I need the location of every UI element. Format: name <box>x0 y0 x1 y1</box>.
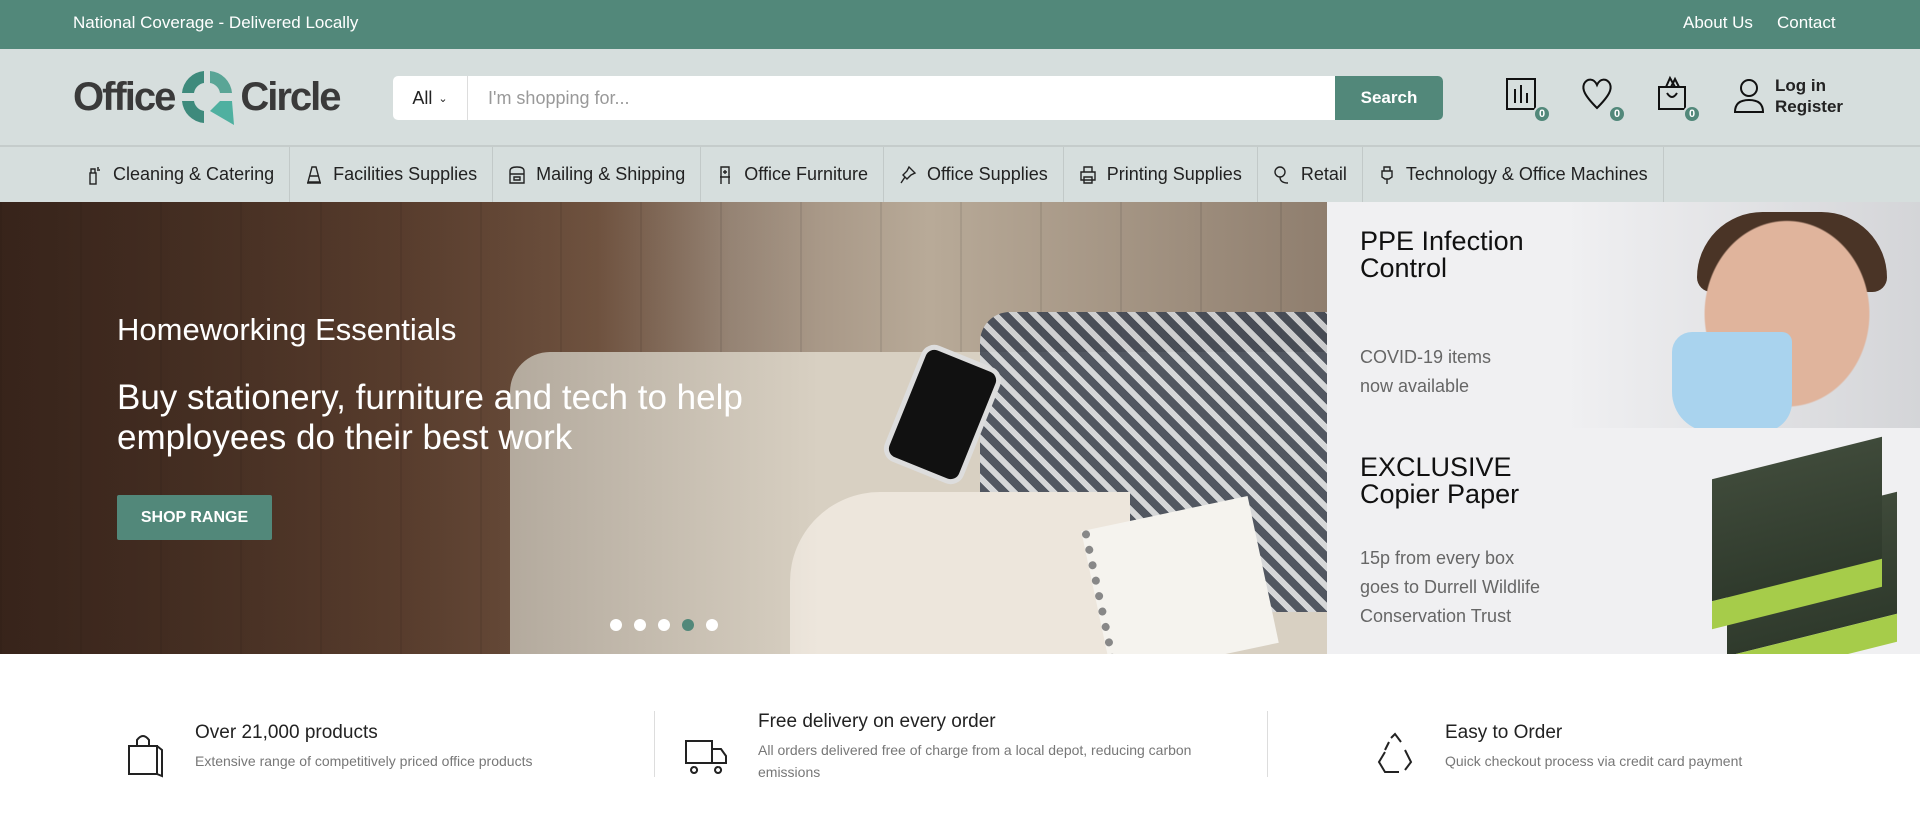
shopping-bag-icon <box>128 735 163 778</box>
slider-dot-5[interactable] <box>706 619 718 631</box>
features-strip: Over 21,000 products Extensive range of c… <box>0 654 1920 819</box>
nav-label: Facilities Supplies <box>333 164 478 184</box>
about-us-link[interactable]: About Us <box>1683 13 1753 33</box>
delivery-truck-icon <box>685 740 727 774</box>
hero-image-person <box>790 492 1130 654</box>
chevron-down-icon: ⌄ <box>438 92 448 105</box>
promo-text: 15p from every box <box>1360 548 1515 568</box>
promo-copier-paper[interactable]: EXCLUSIVE Copier Paper 15p from every box… <box>1327 428 1920 654</box>
promo-text: goes to Durrell Wildlife <box>1360 577 1541 597</box>
search-input[interactable] <box>468 76 1335 120</box>
user-icon <box>1733 79 1765 113</box>
feature-delivery: Free delivery on every order All orders d… <box>684 711 1198 783</box>
pushpin-icon <box>900 165 917 183</box>
account-link[interactable]: Log in Register <box>1733 75 1843 117</box>
register-link[interactable]: Register <box>1775 96 1843 117</box>
nav-item-printing-supplies[interactable]: Printing Supplies <box>1064 147 1258 202</box>
mailbox-icon <box>509 165 525 184</box>
promo-text: Conservation Trust <box>1360 606 1512 626</box>
printer-icon <box>1080 165 1096 184</box>
header: Office Circle All ⌄ Search 0 0 0 Log inRe… <box>0 49 1920 147</box>
compare-chart-icon <box>1506 78 1536 110</box>
nav-item-retail[interactable]: Retail <box>1258 147 1363 202</box>
divider <box>1267 711 1268 777</box>
feature-title: Free delivery on every order <box>758 711 996 732</box>
feature-easy-order: Easy to Order Quick checkout process via … <box>1375 722 1742 778</box>
logo[interactable]: Office Circle <box>73 69 342 125</box>
slider-dot-3[interactable] <box>658 619 670 631</box>
compare-count: 0 <box>1533 105 1551 123</box>
category-select[interactable]: All ⌄ <box>393 76 468 120</box>
wishlist-count: 0 <box>1608 105 1626 123</box>
nav-label: Technology & Office Machines <box>1405 164 1648 184</box>
feature-title: Over 21,000 products <box>195 722 378 743</box>
slider-dot-4[interactable] <box>682 619 694 631</box>
feature-desc: Extensive range of competitively priced … <box>195 753 533 769</box>
category-nav: Cleaning & Catering Facilities Supplies … <box>0 147 1920 202</box>
usb-plug-icon <box>1381 165 1393 184</box>
search-button[interactable]: Search <box>1335 76 1443 120</box>
wishlist-button[interactable]: 0 <box>1580 75 1626 123</box>
hero-eyebrow: Homeworking Essentials <box>117 312 457 347</box>
slider-dot-1[interactable] <box>610 619 622 631</box>
slider-dot-2[interactable] <box>634 619 646 631</box>
chair-icon <box>720 165 731 184</box>
traffic-cone-icon <box>307 165 322 184</box>
nav-label: Mailing & Shipping <box>536 164 686 184</box>
logo-circle-icon <box>182 71 235 125</box>
feature-title: Easy to Order <box>1445 722 1563 743</box>
category-value: All <box>412 87 433 108</box>
nav-label: Office Furniture <box>744 164 868 184</box>
spray-bottle-icon <box>89 166 100 185</box>
nav-item-office-supplies[interactable]: Office Supplies <box>884 147 1064 202</box>
shop-range-button[interactable]: SHOP RANGE <box>117 495 272 540</box>
promo-ppe[interactable]: PPE Infection Control COVID-19 items now a… <box>1327 202 1920 428</box>
nav-item-cleaning-catering[interactable]: Cleaning & Catering <box>73 147 291 202</box>
recycle-icon <box>1377 732 1413 773</box>
logo-text-circle: Circle <box>240 74 341 119</box>
divider <box>654 711 655 777</box>
nav-label: Office Supplies <box>926 164 1048 184</box>
nav-label: Retail <box>1300 164 1347 184</box>
hero-slider: Homeworking Essentials Buy stationery, f… <box>0 202 1327 654</box>
nav-item-facilities-supplies[interactable]: Facilities Supplies <box>290 147 494 202</box>
feature-products: Over 21,000 products Extensive range of c… <box>125 722 532 778</box>
nav-item-mailing-shipping[interactable]: Mailing & Shipping <box>493 147 702 202</box>
nav-item-office-furniture[interactable]: Office Furniture <box>701 147 884 202</box>
nav-item-technology-office-machines[interactable]: Technology & Office Machines <box>1363 147 1664 202</box>
contact-link[interactable]: Contact <box>1777 13 1836 33</box>
login-link[interactable]: Log in <box>1775 75 1843 96</box>
tagline: National Coverage - Delivered Locally <box>73 13 359 32</box>
heart-icon <box>1582 78 1612 110</box>
feature-desc: All orders delivered free of charge from… <box>758 742 1192 780</box>
nav-label: Printing Supplies <box>1106 164 1242 184</box>
shopping-bag-icon <box>1658 75 1686 110</box>
price-tag-icon <box>1274 165 1288 184</box>
cart-button[interactable]: 0 <box>1655 75 1701 123</box>
promo-title: EXCLUSIVE <box>1360 452 1512 482</box>
cart-count: 0 <box>1683 105 1701 123</box>
search-bar: All ⌄ Search <box>393 76 1443 120</box>
nav-label: Cleaning & Catering <box>113 164 275 184</box>
logo-text-office: Office <box>73 74 176 119</box>
promo-text: COVID-19 items <box>1360 347 1492 367</box>
feature-desc: Quick checkout process via credit card p… <box>1445 753 1743 769</box>
promo-text: now available <box>1360 376 1470 396</box>
promo-title: PPE Infection <box>1360 226 1524 256</box>
slider-dots <box>610 619 718 631</box>
promo-title: Control <box>1360 253 1448 283</box>
promo-title: Copier Paper <box>1360 479 1520 509</box>
hero-headline: Buy stationery, furniture and tech to he… <box>117 378 743 457</box>
compare-button[interactable]: 0 <box>1505 75 1551 123</box>
top-bar: National Coverage - Delivered Locally Ab… <box>0 0 1920 49</box>
promo-image-mask <box>1672 332 1792 428</box>
